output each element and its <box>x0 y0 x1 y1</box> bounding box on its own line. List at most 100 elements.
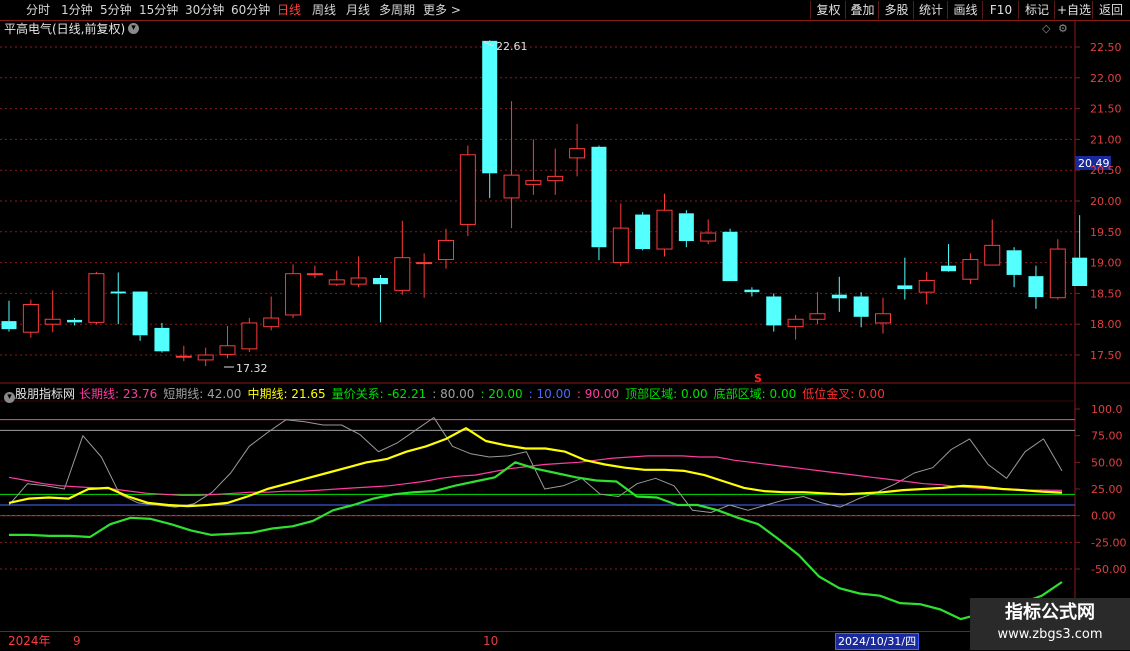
candle-body <box>219 345 236 355</box>
candle-body <box>306 273 323 276</box>
candle <box>263 296 280 331</box>
indicator-tick-label: -25.00 <box>1091 536 1126 549</box>
candle <box>1 300 17 332</box>
high-price-label: 22.61 <box>496 40 528 53</box>
candle <box>809 292 826 325</box>
candle-body <box>328 279 345 285</box>
price-tick-label: 22.50 <box>1090 41 1122 54</box>
indicator-value-0: 长期线: 23.76 <box>79 387 158 401</box>
candle-body <box>897 285 913 290</box>
price-tick-label: 20.00 <box>1090 195 1122 208</box>
candle-body <box>766 296 782 326</box>
candle-body <box>22 303 39 333</box>
candle-body <box>547 175 564 182</box>
indicator-value-10: 低位金叉: 0.00 <box>802 387 885 401</box>
watermark: 指标公式网 www.zbgs3.com <box>970 598 1130 650</box>
month-label-oct: 10 <box>483 634 499 648</box>
cursor-date-box: 2024/10/31/四 <box>835 633 920 650</box>
indicator-value-4: : 80.00 <box>432 387 475 401</box>
indicator-value-8: 顶部区域: 0.00 <box>625 387 708 401</box>
candle <box>787 314 804 340</box>
candle <box>525 139 542 195</box>
candle-body <box>67 319 83 323</box>
candle-body <box>700 232 717 242</box>
candle-body <box>809 313 826 320</box>
candle <box>44 290 61 333</box>
candle-body <box>372 278 388 285</box>
volume-price-line <box>9 461 1063 621</box>
candle <box>88 271 105 325</box>
candle <box>984 219 1001 266</box>
candle <box>635 212 651 251</box>
candle <box>853 292 869 328</box>
price-tick-label: 18.00 <box>1090 318 1122 331</box>
candle <box>1072 215 1088 287</box>
price-grid <box>0 46 1075 356</box>
price-tick-label: 21.50 <box>1090 103 1122 116</box>
candle-body <box>722 231 738 282</box>
kline-chart[interactable]: 20.49 22.50 22.00 21.50 21.00 20.50 20.00 19.5… <box>0 0 1130 631</box>
candle-body <box>285 273 302 316</box>
candle-body <box>984 244 1001 266</box>
candle-body <box>394 257 411 291</box>
candle <box>744 287 760 297</box>
candle <box>569 124 586 177</box>
indicator-value-2: 中期线: 21.65 <box>247 387 326 401</box>
price-tick-label: 20.50 <box>1090 164 1122 177</box>
candle-body <box>110 291 126 294</box>
candle <box>394 220 411 295</box>
indicator-tick-label: 0.00 <box>1091 510 1116 523</box>
candle <box>132 291 148 341</box>
candles <box>1 40 1088 367</box>
candle <box>831 276 847 312</box>
candle-body <box>918 279 935 293</box>
candle <box>241 318 258 352</box>
candle <box>1049 239 1066 300</box>
candle <box>722 228 738 282</box>
indicator-value-5: : 20.00 <box>480 387 523 401</box>
candle <box>175 345 192 362</box>
candle <box>219 326 236 359</box>
candle-body <box>350 277 367 285</box>
watermark-title: 指标公式网 <box>1005 602 1095 623</box>
price-tick-label: 19.50 <box>1090 226 1122 239</box>
candle <box>503 101 520 229</box>
indicator-lines <box>8 417 1063 621</box>
candle <box>154 322 170 353</box>
candle-body <box>656 209 673 250</box>
candle <box>1006 247 1022 288</box>
candle-body <box>263 317 280 328</box>
candle <box>941 244 957 272</box>
candle-body <box>1 321 17 330</box>
indicator-value-1: 短期线: 42.00 <box>163 387 242 401</box>
candle-body <box>1049 248 1066 299</box>
candle-body <box>744 289 760 293</box>
sell-signal-marker: S <box>754 372 762 385</box>
price-axis: 22.50 22.00 21.50 21.00 20.50 20.00 19.50 19.00… <box>1075 41 1122 362</box>
candle-body <box>1006 250 1022 275</box>
candle-body <box>787 318 804 328</box>
indicator-value-9: 底部区域: 0.00 <box>713 387 797 401</box>
candle <box>67 318 83 326</box>
candle <box>285 264 302 319</box>
indicator-value-7: : 90.00 <box>576 387 620 401</box>
indicator-header: ▾ 股朋指标网 长期线: 23.76 短期线: 42.00 中期线: 21.65 量价关系… <box>0 386 1075 403</box>
indicator-tick-label: 25.00 <box>1091 483 1123 496</box>
candle <box>962 253 979 285</box>
indicator-tick-label: 50.00 <box>1091 456 1123 469</box>
candle <box>766 293 782 332</box>
candle <box>918 271 935 305</box>
low-price-label: 17.32 <box>236 362 268 375</box>
candle <box>1028 265 1044 309</box>
candle <box>22 299 39 338</box>
indicator-tick-label: 100.0 <box>1091 403 1123 416</box>
candle-body <box>482 40 498 174</box>
candle <box>110 272 126 325</box>
candle-body <box>678 213 694 242</box>
candle-body <box>416 262 433 265</box>
indicator-tick-label: -50.00 <box>1091 563 1126 576</box>
candle-body <box>1028 276 1044 298</box>
chevron-down-icon[interactable]: ▾ <box>4 392 15 403</box>
candle-body <box>635 214 651 250</box>
price-tick-label: 19.00 <box>1090 257 1122 270</box>
